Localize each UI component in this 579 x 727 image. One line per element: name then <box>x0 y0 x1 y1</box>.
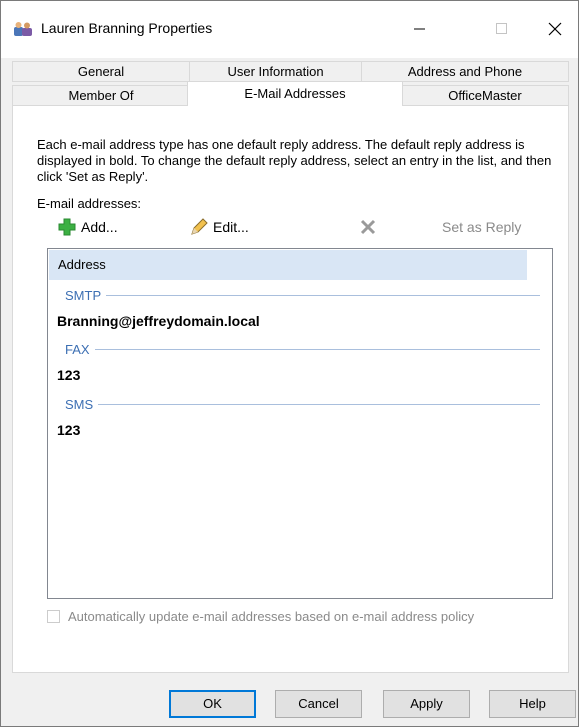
auto-update-label: Automatically update e-mail addresses ba… <box>68 609 475 624</box>
help-button[interactable]: Help <box>489 690 576 718</box>
description-text: Each e-mail address type has one default… <box>37 137 552 184</box>
email-address-list[interactable]: Address SMTP Branning@jeffreydomain.loca… <box>47 248 553 599</box>
tab-address-and-phone[interactable]: Address and Phone <box>361 61 569 82</box>
maximize-button <box>479 11 525 47</box>
ok-button[interactable]: OK <box>169 690 256 718</box>
properties-dialog: Lauren Branning Properties General User … <box>0 0 579 727</box>
group-divider <box>98 403 540 405</box>
email-addresses-label: E-mail addresses: <box>37 196 142 211</box>
set-as-reply-label: Set as Reply <box>442 219 522 235</box>
add-button[interactable]: Add... <box>57 215 118 239</box>
set-as-reply-button[interactable]: Set as Reply <box>442 215 521 239</box>
group-header-fax: FAX <box>65 340 540 358</box>
list-item[interactable]: 123 <box>57 422 80 438</box>
tab-officemaster[interactable]: OfficeMaster <box>401 85 569 106</box>
window-title: Lauren Branning Properties <box>41 20 213 36</box>
apply-button[interactable]: Apply <box>383 690 470 718</box>
close-button[interactable] <box>532 11 578 47</box>
group-header-smtp: SMTP <box>65 286 540 304</box>
group-label: SMS <box>65 396 94 412</box>
list-item[interactable]: 123 <box>57 367 80 383</box>
group-label: SMTP <box>65 287 102 303</box>
pencil-icon <box>191 218 208 235</box>
cancel-button[interactable]: Cancel <box>275 690 362 718</box>
title-bar[interactable]: Lauren Branning Properties <box>1 1 578 58</box>
minimize-icon <box>414 28 425 30</box>
plus-icon <box>58 218 76 236</box>
group-header-sms: SMS <box>65 395 540 413</box>
maximize-icon <box>496 23 507 34</box>
minimize-button[interactable] <box>397 11 443 47</box>
remove-button[interactable] <box>359 215 377 239</box>
x-icon <box>360 219 376 235</box>
tab-general[interactable]: General <box>12 61 190 82</box>
tab-e-mail-addresses[interactable]: E-Mail Addresses <box>187 81 403 106</box>
list-item[interactable]: Branning@jeffreydomain.local <box>57 313 260 329</box>
users-icon <box>13 21 33 37</box>
tab-member-of[interactable]: Member Of <box>12 85 190 106</box>
edit-button[interactable]: Edit... <box>189 215 249 239</box>
auto-update-checkbox[interactable] <box>47 610 60 623</box>
group-divider <box>106 294 540 296</box>
list-header-address[interactable]: Address <box>49 250 527 280</box>
add-button-label: Add... <box>81 219 118 235</box>
close-icon <box>548 22 562 36</box>
group-label: FAX <box>65 341 90 357</box>
tab-user-information[interactable]: User Information <box>189 61 362 82</box>
edit-button-label: Edit... <box>213 219 249 235</box>
auto-update-option[interactable]: Automatically update e-mail addresses ba… <box>47 609 474 624</box>
group-divider <box>94 348 540 350</box>
